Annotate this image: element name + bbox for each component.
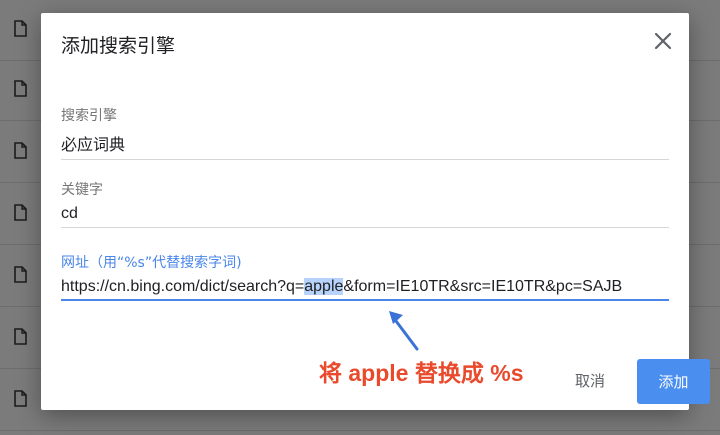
url-text-selected: apple xyxy=(304,278,344,295)
close-icon[interactable] xyxy=(651,29,675,53)
file-icon xyxy=(14,20,27,37)
file-icon xyxy=(14,390,27,407)
url-text-before: https://cn.bing.com/dict/search?q= xyxy=(61,278,305,295)
keyword-input[interactable]: cd xyxy=(61,205,669,228)
annotation-text: 将 apple 替换成 %s xyxy=(319,360,524,386)
keyword-label: 关键字 xyxy=(61,182,103,198)
add-search-engine-dialog: 添加搜索引擎 搜索引擎 必应词典 关键字 cd 网址（用“%s”代替搜索字词) … xyxy=(41,13,710,410)
search-engine-field[interactable]: 搜索引擎 必应词典 xyxy=(61,105,669,160)
cancel-button[interactable]: 取消 xyxy=(561,362,619,402)
search-engine-input[interactable]: 必应词典 xyxy=(61,131,669,160)
url-field[interactable]: 网址（用“%s”代替搜索字词) https://cn.bing.com/dict… xyxy=(61,252,669,301)
file-icon xyxy=(14,142,27,159)
search-engine-label: 搜索引擎 xyxy=(61,108,117,124)
file-icon xyxy=(14,328,27,345)
file-icon xyxy=(14,80,27,97)
arrow-up-left-icon xyxy=(389,311,419,351)
add-button[interactable]: 添加 xyxy=(637,359,710,404)
file-icon xyxy=(14,266,27,283)
url-text-after: &form=IE10TR&src=IE10TR&pc=SAJB xyxy=(343,278,623,295)
file-icon xyxy=(14,204,27,221)
dialog-title: 添加搜索引擎 xyxy=(61,35,176,57)
url-input[interactable]: https://cn.bing.com/dict/search?q=apple&… xyxy=(61,278,669,301)
keyword-field[interactable]: 关键字 cd xyxy=(61,179,669,228)
url-label: 网址（用“%s”代替搜索字词) xyxy=(61,255,242,271)
